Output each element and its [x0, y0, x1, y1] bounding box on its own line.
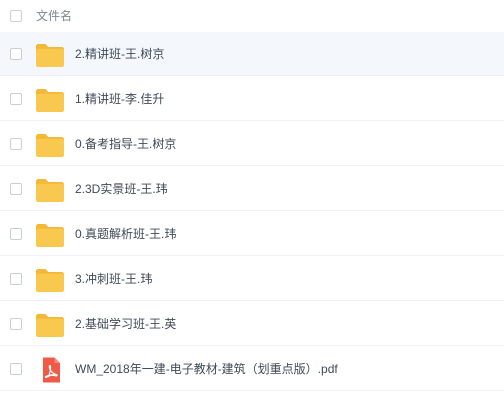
file-name[interactable]: 1.精讲班-李.佳升: [75, 91, 164, 107]
folder-icon: [36, 89, 64, 112]
folder-icon: [36, 134, 64, 157]
file-name[interactable]: 2.基础学习班-王.英: [75, 316, 176, 332]
file-row[interactable]: 3.冲刺班-王.玮: [0, 257, 504, 301]
row-checkbox[interactable]: [10, 318, 22, 330]
row-checkbox[interactable]: [10, 363, 22, 375]
file-list-header: 文件名: [0, 0, 504, 32]
file-name[interactable]: WM_2018年一建-电子教材-建筑（划重点版）.pdf: [75, 361, 338, 377]
file-name[interactable]: 2.3D实景班-王.玮: [75, 181, 168, 197]
folder-icon: [36, 314, 64, 337]
file-row[interactable]: 2.精讲班-王.树京: [0, 32, 504, 76]
pdf-icon: [43, 357, 60, 383]
file-name[interactable]: 3.冲刺班-王.玮: [75, 271, 152, 287]
file-row[interactable]: 2.3D实景班-王.玮: [0, 167, 504, 211]
file-row[interactable]: 1.精讲班-李.佳升: [0, 77, 504, 121]
row-checkbox[interactable]: [10, 138, 22, 150]
file-name-column-header[interactable]: 文件名: [36, 9, 72, 23]
file-list: 文件名 2.精讲班-王.树京 1.精讲班-李.佳升 0.备考指导-王.树京 2.: [0, 0, 504, 415]
file-row[interactable]: 0.真题解析班-王.玮: [0, 212, 504, 256]
file-name[interactable]: 2.精讲班-王.树京: [75, 46, 164, 62]
folder-icon: [36, 179, 64, 202]
row-checkbox[interactable]: [10, 48, 22, 60]
row-checkbox[interactable]: [10, 93, 22, 105]
folder-icon: [36, 224, 64, 247]
select-all-checkbox[interactable]: [10, 10, 22, 22]
file-row[interactable]: WM_2018年一建-电子教材-建筑（划重点版）.pdf: [0, 347, 504, 391]
file-name[interactable]: 0.真题解析班-王.玮: [75, 226, 176, 242]
folder-icon: [36, 269, 64, 292]
row-checkbox[interactable]: [10, 183, 22, 195]
row-checkbox[interactable]: [10, 273, 22, 285]
folder-icon: [36, 44, 64, 67]
file-row[interactable]: 2.基础学习班-王.英: [0, 302, 504, 346]
file-name[interactable]: 0.备考指导-王.树京: [75, 136, 176, 152]
file-row[interactable]: 0.备考指导-王.树京: [0, 122, 504, 166]
row-checkbox[interactable]: [10, 228, 22, 240]
